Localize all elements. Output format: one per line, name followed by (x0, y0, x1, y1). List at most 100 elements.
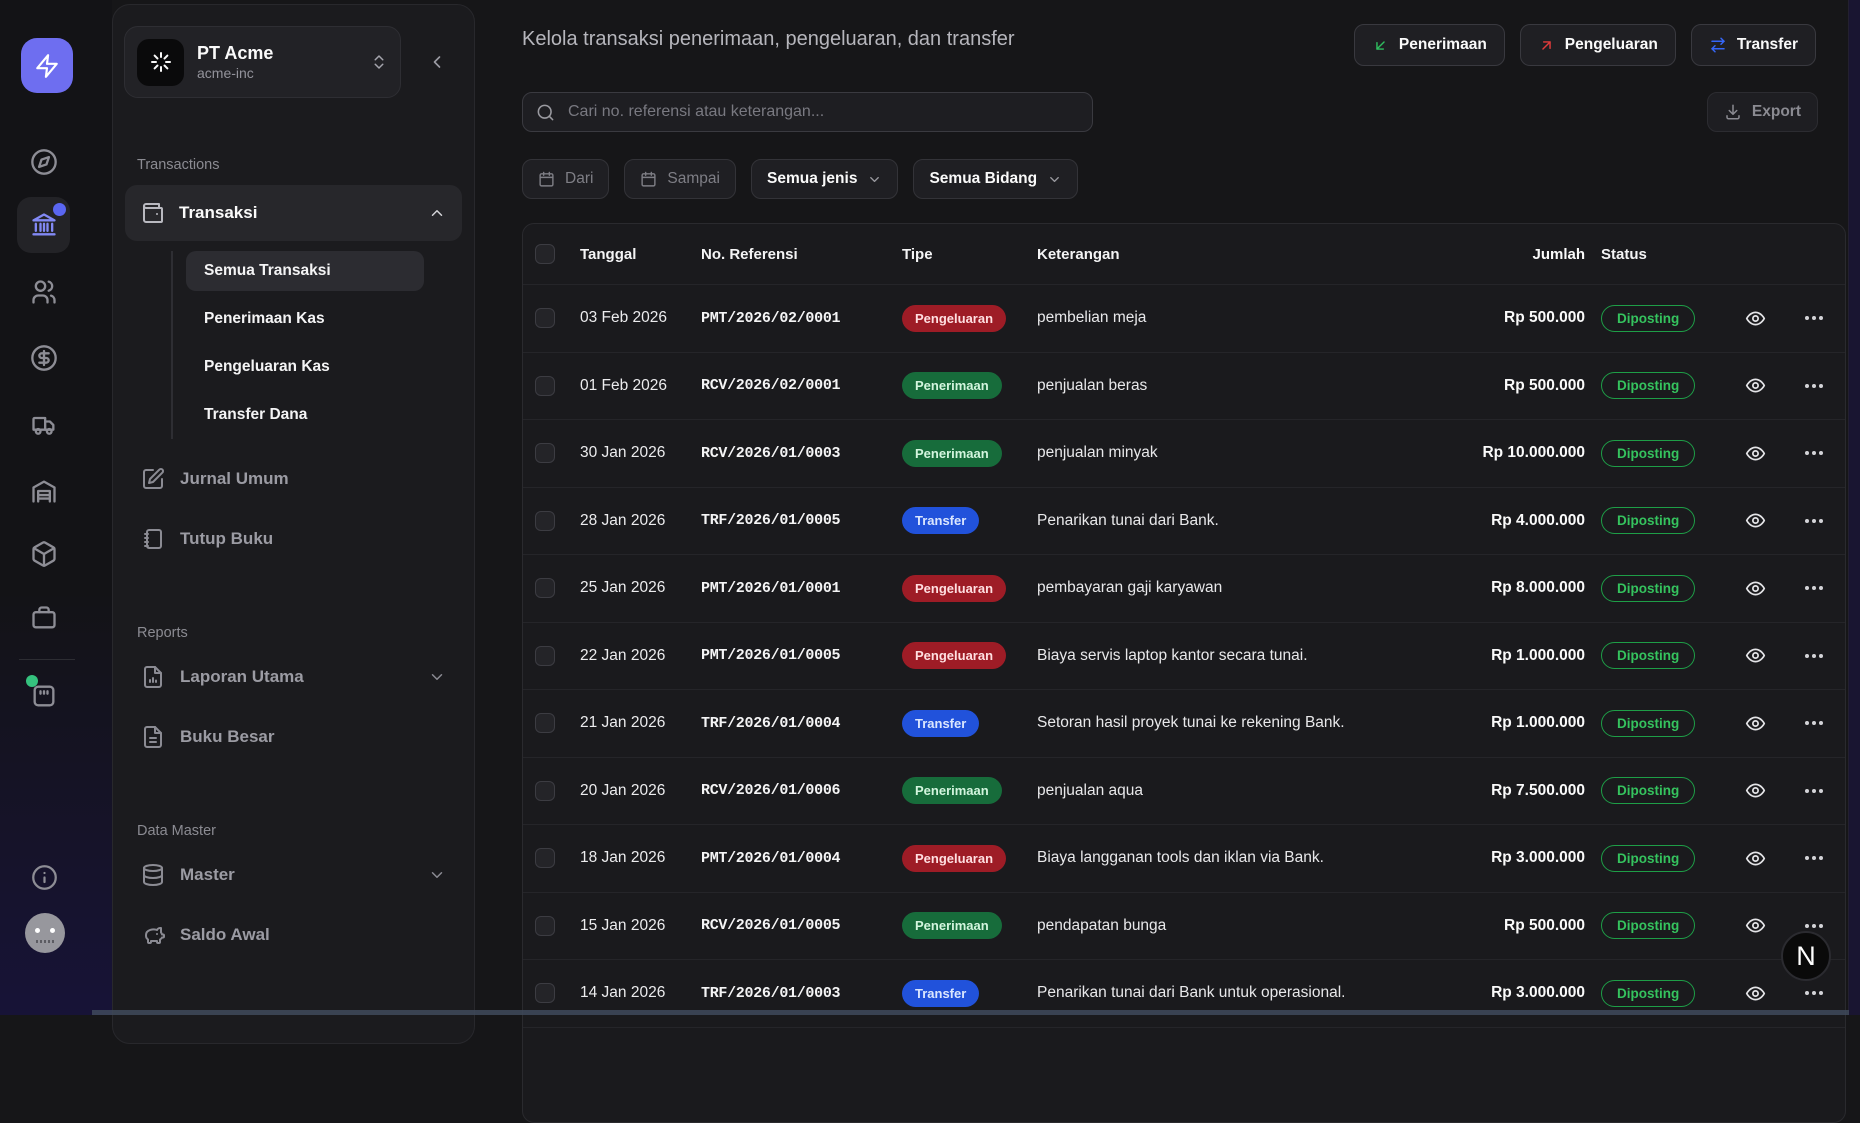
search-input[interactable] (566, 102, 1079, 122)
cell-tipe: Penerimaan (902, 440, 1037, 467)
view-row-button[interactable] (1727, 848, 1783, 869)
view-row-button[interactable] (1727, 780, 1783, 801)
icon-rail (0, 0, 112, 1015)
calendar-icon (538, 171, 555, 188)
type-filter-dropdown[interactable]: Semua jenis (751, 159, 898, 199)
package-icon[interactable] (29, 539, 59, 569)
cell-status: Diposting (1585, 575, 1727, 602)
view-row-button[interactable] (1727, 983, 1783, 1004)
cell-tipe: Pengeluaran (902, 845, 1037, 872)
row-actions-button[interactable] (1783, 384, 1845, 388)
row-actions-button[interactable] (1783, 519, 1845, 523)
main-content: Kelola transaksi penerimaan, pengeluaran… (522, 0, 1846, 1015)
cell-tipe: Pengeluaran (902, 305, 1037, 332)
field-filter-dropdown[interactable]: Semua Bidang (913, 159, 1078, 199)
view-row-button[interactable] (1727, 510, 1783, 531)
status-badge: Diposting (1601, 642, 1695, 669)
sidebar-item-label: Buku Besar (180, 727, 446, 747)
row-actions-button[interactable] (1783, 789, 1845, 793)
row-actions-button[interactable] (1783, 654, 1845, 658)
row-actions-button[interactable] (1783, 924, 1845, 928)
view-row-button[interactable] (1727, 713, 1783, 734)
briefcase-icon[interactable] (29, 603, 59, 633)
sidebar-item-transfer-dana[interactable]: Transfer Dana (186, 391, 462, 439)
view-row-button[interactable] (1727, 578, 1783, 599)
filter-label: Semua jenis (767, 170, 857, 188)
row-checkbox[interactable] (535, 511, 555, 531)
view-row-button[interactable] (1727, 443, 1783, 464)
org-switcher[interactable]: PT Acme acme-inc (124, 26, 401, 98)
date-to-filter[interactable]: Sampai (624, 159, 736, 199)
eye-icon (1745, 713, 1766, 734)
row-checkbox[interactable] (535, 376, 555, 396)
sidebar-item-master[interactable]: Master (125, 851, 462, 899)
sidebar-item-tutup-buku[interactable]: Tutup Buku (125, 515, 462, 563)
row-checkbox[interactable] (535, 916, 555, 936)
sidebar-item-pengeluaran-kas[interactable]: Pengeluaran Kas (186, 343, 462, 391)
cell-tipe: Penerimaan (902, 777, 1037, 804)
row-checkbox[interactable] (535, 848, 555, 868)
cell-jumlah: Rp 1.000.000 (1435, 647, 1585, 665)
warehouse-icon[interactable] (29, 476, 59, 506)
page-scrollbar[interactable] (1848, 0, 1860, 1015)
cell-tipe: Penerimaan (902, 912, 1037, 939)
table-row: 18 Jan 2026 PMT/2026/01/0004 Pengeluaran… (523, 825, 1845, 893)
penerimaan-button[interactable]: Penerimaan (1354, 24, 1505, 66)
row-checkbox[interactable] (535, 983, 555, 1003)
transfer-button[interactable]: Transfer (1691, 24, 1816, 66)
tipe-badge: Penerimaan (902, 440, 1002, 467)
row-checkbox[interactable] (535, 713, 555, 733)
status-badge: Diposting (1601, 912, 1695, 939)
truck-icon[interactable] (29, 410, 59, 440)
compass-icon[interactable] (29, 147, 59, 177)
cell-keterangan: Penarikan tunai dari Bank. (1037, 512, 1435, 530)
tipe-badge: Pengeluaran (902, 305, 1006, 332)
quick-actions: Penerimaan Pengeluaran Transfer (1354, 24, 1816, 66)
sidebar-item-penerimaan-kas[interactable]: Penerimaan Kas (186, 295, 462, 343)
cell-status: Diposting (1585, 777, 1727, 804)
view-row-button[interactable] (1727, 375, 1783, 396)
date-from-filter[interactable]: Dari (522, 159, 609, 199)
sidebar-item-semua-transaksi[interactable]: Semua Transaksi (186, 251, 424, 291)
app-logo[interactable] (21, 38, 73, 93)
sidebar-item-laporan-utama[interactable]: Laporan Utama (125, 653, 462, 701)
row-checkbox[interactable] (535, 443, 555, 463)
sidebar-item-buku-besar[interactable]: Buku Besar (125, 713, 462, 761)
select-all-checkbox[interactable] (535, 244, 555, 264)
info-icon[interactable] (29, 862, 59, 892)
row-checkbox[interactable] (535, 308, 555, 328)
column-header-keterangan: Keterangan (1037, 246, 1435, 263)
cell-status: Diposting (1585, 372, 1727, 399)
sidebar-item-saldo-awal[interactable]: Saldo Awal (125, 911, 462, 959)
dev-indicator-badge[interactable]: N (1781, 931, 1831, 981)
row-actions-button[interactable] (1783, 586, 1845, 590)
row-checkbox[interactable] (535, 578, 555, 598)
eye-icon (1745, 443, 1766, 464)
dollar-circle-icon[interactable] (29, 343, 59, 373)
sidebar-item-jurnal-umum[interactable]: Jurnal Umum (125, 455, 462, 503)
row-actions-button[interactable] (1783, 991, 1845, 995)
sidebar-collapse-button[interactable] (427, 52, 447, 72)
row-actions-button[interactable] (1783, 721, 1845, 725)
tipe-badge: Pengeluaran (902, 845, 1006, 872)
users-icon[interactable] (29, 277, 59, 307)
rail-divider (19, 659, 75, 660)
view-row-button[interactable] (1727, 308, 1783, 329)
row-actions-button[interactable] (1783, 856, 1845, 860)
view-row-button[interactable] (1727, 645, 1783, 666)
row-checkbox-cell (523, 916, 580, 936)
cell-keterangan: pembayaran gaji karyawan (1037, 579, 1435, 597)
sidebar-item-transaksi[interactable]: Transaksi (125, 185, 462, 241)
row-actions-button[interactable] (1783, 316, 1845, 320)
status-badge: Diposting (1601, 845, 1695, 872)
row-actions-button[interactable] (1783, 451, 1845, 455)
user-avatar[interactable] (25, 913, 65, 953)
cell-tanggal: 20 Jan 2026 (580, 782, 701, 800)
row-checkbox[interactable] (535, 781, 555, 801)
avatar-eye (50, 928, 55, 933)
row-checkbox[interactable] (535, 646, 555, 666)
view-row-button[interactable] (1727, 915, 1783, 936)
pengeluaran-button[interactable]: Pengeluaran (1520, 24, 1676, 66)
cell-referensi: PMT/2026/01/0005 (701, 647, 902, 664)
export-button[interactable]: Export (1707, 92, 1818, 132)
